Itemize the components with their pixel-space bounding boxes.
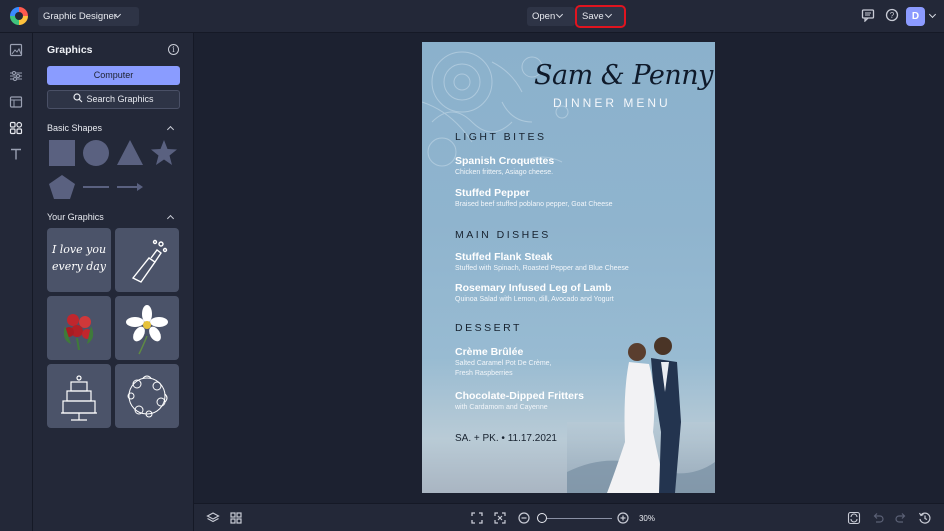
text-icon[interactable] [9,147,24,162]
basic-shapes-heading: Basic Shapes [47,123,103,133]
dish-description: Stuffed with Spinach, Roasted Pepper and… [455,265,629,272]
collapse-basic-shapes-icon[interactable] [166,125,175,134]
account-chevron-icon[interactable] [928,10,937,19]
shape-square[interactable] [48,139,76,167]
shape-arrow[interactable] [116,180,144,194]
dish-description: Braised beef stuffed poblano pepper, Goa… [455,201,613,208]
chevron-down-icon [604,10,613,19]
collapse-your-graphics-icon[interactable] [166,214,175,223]
svg-text:?: ? [890,11,895,20]
couple-names: Sam & Penny [534,60,713,91]
graphic-rose-bouquet[interactable] [47,296,111,360]
graphic-floral-wreath[interactable] [115,364,179,428]
dish-name: Chocolate-Dipped Fritters [455,390,584,402]
graphic-wedding-cake[interactable] [47,364,111,428]
image-icon[interactable] [9,43,24,58]
menu-footer-date: SA. + PK. • 11.17.2021 [455,433,557,444]
shape-star[interactable] [150,139,178,167]
zoom-slider-handle[interactable] [537,513,547,523]
section-heading-main-dishes: MAIN DISHES [455,229,551,241]
chevron-down-icon [555,10,564,19]
section-heading-dessert: DESSERT [455,322,522,334]
shape-triangle[interactable] [116,139,144,167]
dish-description: Salted Caramel Pot De Crème, [455,360,552,367]
graphics-icon[interactable] [9,121,24,136]
menu-subtitle: DINNER MENU [553,96,671,110]
save-button[interactable]: Save [575,5,626,28]
couple-photo [567,337,715,493]
info-icon[interactable]: i [168,44,179,55]
avatar[interactable]: D [906,7,925,26]
dish-name: Rosemary Infused Leg of Lamb [455,282,612,294]
bottom-bar: 30% [194,503,944,531]
open-button-label: Open [532,11,556,22]
section-heading-light-bites: LIGHT BITES [455,131,547,143]
your-graphics-heading: Your Graphics [47,212,104,222]
dish-name: Spanish Croquettes [455,155,555,167]
templates-icon[interactable] [9,95,24,110]
shape-pentagon[interactable] [48,174,76,200]
panel-title: Graphics [47,44,93,56]
help-icon[interactable]: ? [884,8,900,24]
open-button[interactable]: Open [527,7,576,26]
dish-name: Crème Brûlée [455,346,524,358]
computer-upload-button[interactable]: Computer [47,66,180,85]
zoom-out-icon[interactable] [517,511,531,525]
fit-to-screen-icon[interactable] [470,511,484,525]
mode-selector-label: Graphic Designer [43,11,117,22]
layers-icon[interactable] [206,511,220,525]
top-bar: Graphic Designer Open Save ? D [0,0,944,33]
search-icon [73,93,83,103]
graphics-panel: Graphics i Computer Search Graphics Basi… [33,33,194,531]
actual-size-icon[interactable] [493,511,507,525]
mode-selector[interactable]: Graphic Designer [38,7,139,26]
graphic-champagne[interactable] [115,228,179,292]
search-graphics-label: Search Graphics [86,94,154,104]
graphic-white-flower[interactable] [115,296,179,360]
zoom-in-icon[interactable] [616,511,630,525]
sync-icon[interactable] [847,511,861,525]
shape-line[interactable] [82,180,110,194]
design-canvas[interactable]: Sam & Penny DINNER MENU LIGHT BITES Span… [422,42,715,493]
svg-text:every day: every day [52,260,107,273]
graphic-love-you-lettering[interactable]: I love you every day [47,228,111,292]
dish-description: Quinoa Salad with Lemon, dill, Avocado a… [455,296,614,303]
search-graphics-button[interactable]: Search Graphics [47,90,180,109]
undo-icon[interactable] [871,511,885,525]
dish-description: Fresh Raspberries [455,370,513,377]
dish-name: Stuffed Flank Steak [455,251,553,263]
comments-icon[interactable] [860,8,876,24]
save-button-label: Save [582,11,604,22]
app-logo-icon[interactable] [10,7,28,25]
dish-description: with Cardamom and Cayenne [455,404,548,411]
adjust-sliders-icon[interactable] [9,69,24,84]
design-stage: Sam & Penny DINNER MENU LIGHT BITES Span… [194,33,944,503]
grid-icon[interactable] [229,511,243,525]
shape-circle[interactable] [82,139,110,167]
tool-rail [0,33,33,531]
redo-icon[interactable] [894,511,908,525]
svg-text:I love you: I love you [51,243,106,256]
zoom-level[interactable]: 30% [635,512,659,526]
dish-description: Chicken fritters, Asiago cheese. [455,169,554,176]
dish-name: Stuffed Pepper [455,187,530,199]
history-icon[interactable] [918,511,932,525]
zoom-slider[interactable] [540,518,612,519]
